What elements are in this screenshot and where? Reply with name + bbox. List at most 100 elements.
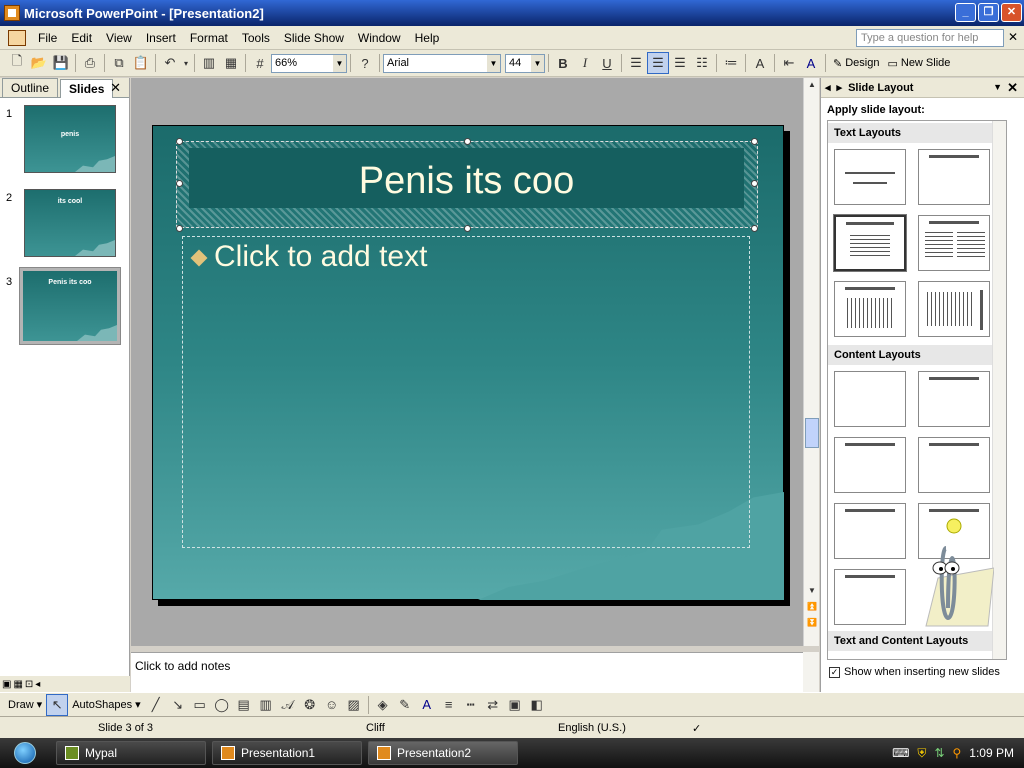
- gallery-scrollbar[interactable]: [992, 121, 1006, 659]
- slide-title[interactable]: Penis its coo: [189, 160, 744, 203]
- layout-title-and-text[interactable]: [833, 214, 907, 272]
- start-button[interactable]: [0, 738, 50, 768]
- textbox-icon[interactable]: ▤: [233, 694, 255, 716]
- draw-menu-button[interactable]: Draw ▾: [4, 698, 46, 712]
- prev-slide-icon[interactable]: ⏫: [805, 602, 819, 616]
- show-when-checkbox[interactable]: ✓: [829, 666, 840, 678]
- line-icon[interactable]: ╱: [145, 694, 167, 716]
- normal-view-icon[interactable]: ▣: [2, 679, 11, 690]
- layout-content[interactable]: [918, 371, 990, 427]
- clipart-icon[interactable]: ☺: [321, 694, 343, 716]
- layout-title-slide[interactable]: [834, 149, 906, 205]
- doc-close-icon[interactable]: ✕: [1008, 30, 1018, 44]
- underline-icon[interactable]: U: [596, 52, 618, 74]
- minimize-button[interactable]: _: [955, 3, 976, 22]
- slide-thumbnail-row[interactable]: 2 its cool: [0, 189, 130, 266]
- powerpoint-app-icon[interactable]: [4, 5, 20, 21]
- slideshow-view-icon[interactable]: ⊡: [25, 679, 33, 690]
- decrease-indent-icon[interactable]: ⇤: [778, 52, 800, 74]
- resize-handle[interactable]: [751, 138, 758, 145]
- paste-icon[interactable]: 📋: [130, 52, 152, 74]
- menu-window[interactable]: Window: [352, 31, 409, 45]
- align-center-icon[interactable]: ☰: [647, 52, 669, 74]
- menu-tools[interactable]: Tools: [236, 31, 278, 45]
- undo-icon[interactable]: ↶: [159, 52, 181, 74]
- resize-handle[interactable]: [464, 225, 471, 232]
- restore-button[interactable]: ❐: [978, 3, 999, 22]
- taskbar-item-presentation2[interactable]: Presentation2: [368, 741, 518, 765]
- diagram-icon[interactable]: ❂: [299, 694, 321, 716]
- line-color-icon[interactable]: ✎: [394, 694, 416, 716]
- autoshapes-button[interactable]: AutoShapes ▾: [68, 698, 144, 712]
- slide-thumbnail[interactable]: penis: [24, 105, 116, 173]
- task-pane-close-icon[interactable]: ✕: [1007, 80, 1018, 96]
- layout-title-only[interactable]: [918, 149, 990, 205]
- help-icon[interactable]: ?: [354, 52, 376, 74]
- bold-icon[interactable]: B: [552, 52, 574, 74]
- body-placeholder-text[interactable]: Click to add text: [214, 240, 427, 274]
- layout-vertical-title-and-text[interactable]: [918, 281, 990, 337]
- new-icon[interactable]: 🗋: [6, 52, 28, 74]
- grid-icon[interactable]: #: [249, 52, 271, 74]
- tab-outline[interactable]: Outline: [2, 78, 59, 97]
- scroll-up-icon[interactable]: ▲: [805, 80, 819, 94]
- align-right-icon[interactable]: ☰: [669, 52, 691, 74]
- menu-help[interactable]: Help: [409, 31, 448, 45]
- font-size-select[interactable]: 44 ▼: [505, 53, 545, 73]
- resize-handle[interactable]: [176, 180, 183, 187]
- slide-thumbnail[interactable]: its cool: [24, 189, 116, 257]
- font-color-icon[interactable]: A: [416, 694, 438, 716]
- 3d-icon[interactable]: ◧: [526, 694, 548, 716]
- undo-dropdown-icon[interactable]: ▾: [181, 52, 191, 74]
- design-button[interactable]: ✎ Design: [829, 57, 883, 70]
- resize-handle[interactable]: [751, 225, 758, 232]
- font-select[interactable]: Arial ▼: [383, 53, 501, 73]
- select-pointer-icon[interactable]: ↖: [46, 693, 69, 716]
- insert-table-icon[interactable]: ▦: [220, 52, 242, 74]
- resize-handle[interactable]: [176, 138, 183, 145]
- taskbar-item-presentation1[interactable]: Presentation1: [212, 741, 362, 765]
- slide-thumbnail-row[interactable]: 1 penis: [0, 105, 130, 182]
- layout-title-and-two-content[interactable]: [918, 437, 990, 493]
- rectangle-icon[interactable]: ▭: [189, 694, 211, 716]
- zoom-select[interactable]: 66% ▼: [271, 53, 347, 73]
- security-shield-icon[interactable]: ⛨: [917, 746, 926, 761]
- insert-chart-icon[interactable]: ▥: [255, 694, 277, 716]
- resize-handle[interactable]: [176, 225, 183, 232]
- forward-icon[interactable]: ▸: [837, 81, 843, 94]
- fill-color-icon[interactable]: ◈: [372, 694, 394, 716]
- oval-icon[interactable]: ◯: [211, 694, 233, 716]
- scroll-thumb[interactable]: [805, 418, 819, 448]
- italic-icon[interactable]: I: [574, 52, 596, 74]
- wordart-icon[interactable]: 𝒜: [277, 694, 299, 716]
- menu-file[interactable]: File: [32, 31, 65, 45]
- increase-font-icon[interactable]: A: [749, 52, 771, 74]
- align-left-icon[interactable]: ☰: [625, 52, 647, 74]
- resize-handle[interactable]: [464, 138, 471, 145]
- editor-vertical-scrollbar[interactable]: ▲ ▼ ⏫ ⏬: [803, 78, 819, 646]
- menu-insert[interactable]: Insert: [140, 31, 184, 45]
- layout-title-content-and-two-content[interactable]: [834, 503, 906, 559]
- layout-title-and-vertical-text[interactable]: [834, 281, 906, 337]
- copy-icon[interactable]: ⧉: [108, 52, 130, 74]
- scroll-down-icon[interactable]: ▼: [805, 586, 819, 600]
- back-icon[interactable]: ◂: [825, 81, 831, 94]
- search-icon[interactable]: ⚲: [953, 746, 962, 760]
- show-when-inserting-option[interactable]: ✓ Show when inserting new slides: [829, 666, 1000, 678]
- document-icon[interactable]: [8, 29, 26, 46]
- menu-view[interactable]: View: [100, 31, 140, 45]
- picture-icon[interactable]: ▨: [343, 694, 365, 716]
- layout-two-column-text[interactable]: [918, 215, 990, 271]
- pane-close-icon[interactable]: ✕: [110, 80, 121, 96]
- layout-blank[interactable]: [834, 371, 906, 427]
- close-button[interactable]: ✕: [1001, 3, 1022, 22]
- slide-thumbnail-row[interactable]: 3 Penis its coo: [0, 267, 130, 350]
- arrow-icon[interactable]: ↘: [167, 694, 189, 716]
- sorter-view-icon[interactable]: ▦: [13, 679, 22, 690]
- menu-format[interactable]: Format: [184, 31, 236, 45]
- open-icon[interactable]: 📂: [28, 52, 50, 74]
- font-color-icon[interactable]: A: [800, 52, 822, 74]
- task-pane-dropdown-icon[interactable]: ▼: [993, 82, 1002, 92]
- bullets-icon[interactable]: ≔: [720, 52, 742, 74]
- new-slide-button[interactable]: ▭ New Slide: [883, 57, 954, 70]
